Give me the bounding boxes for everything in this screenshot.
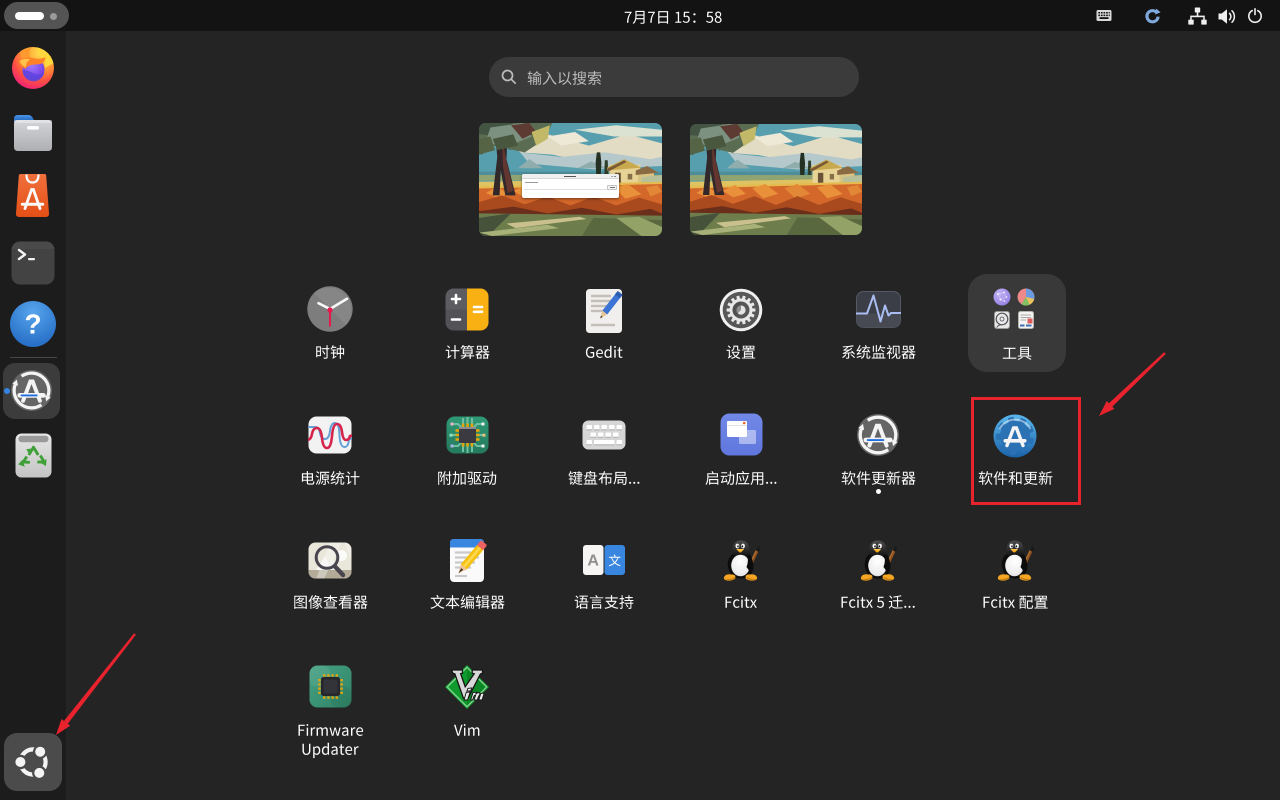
svg-text:A: A	[587, 553, 599, 570]
svg-text:?: ?	[24, 309, 41, 340]
